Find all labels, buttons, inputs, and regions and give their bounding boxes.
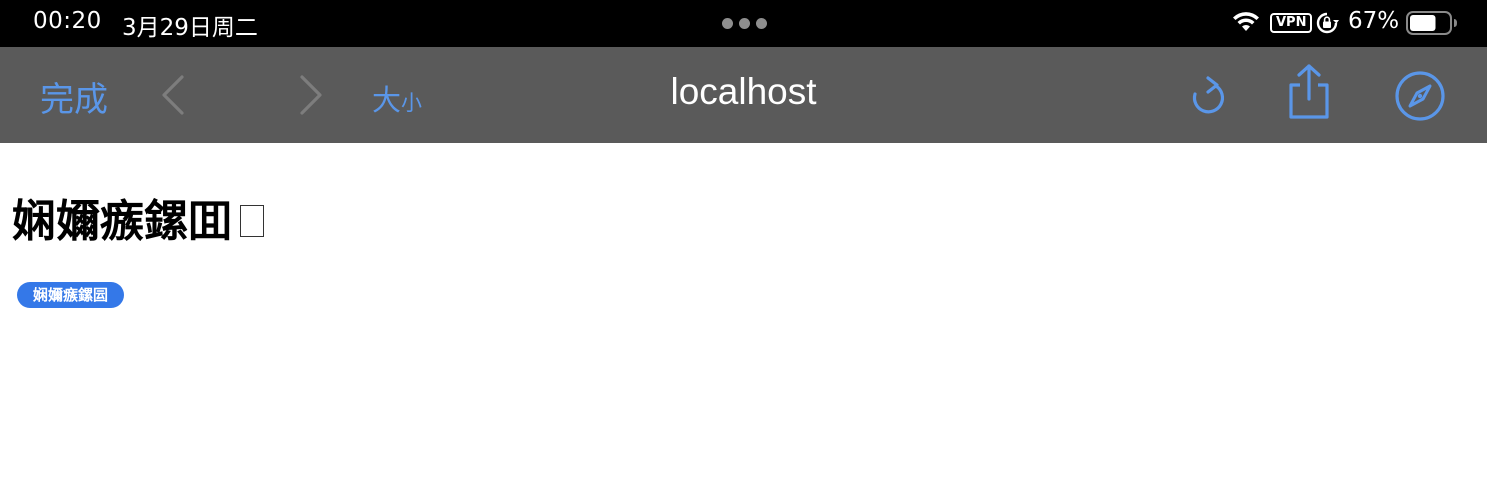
lock-rotation-icon (1316, 12, 1339, 34)
page-address: localhost (670, 71, 817, 112)
text-size-button[interactable]: 大小 (372, 77, 422, 119)
battery-percent: 67% (1348, 8, 1400, 34)
chevron-left-icon[interactable] (158, 74, 188, 116)
text-size-small-label: 小 (401, 91, 423, 115)
web-content: 娴嬭瘯鏍囬 娴嬭瘯鏍囩 (0, 143, 1487, 494)
chevron-right-icon[interactable] (296, 74, 326, 116)
status-bar: 00:20 3月29日周二 VPN 67% (0, 0, 1487, 47)
status-time: 00:20 (33, 8, 102, 34)
wifi-icon (1233, 12, 1259, 31)
page-heading-text: 娴嬭瘯鏍囬 (12, 196, 232, 247)
battery-icon (1406, 11, 1457, 35)
status-date: 3月29日周二 (122, 15, 258, 41)
compass-icon[interactable] (1394, 70, 1446, 122)
page-heading: 娴嬭瘯鏍囬 (12, 185, 264, 249)
multitasking-dots-icon[interactable] (722, 18, 768, 30)
vpn-badge: VPN (1270, 13, 1313, 33)
browser-toolbar: 完成 大小 localhost (0, 47, 1487, 143)
tag-badge[interactable]: 娴嬭瘯鏍囩 (17, 282, 125, 308)
reload-icon[interactable] (1186, 71, 1230, 119)
done-button[interactable]: 完成 (40, 72, 108, 121)
missing-glyph-box (240, 205, 264, 237)
status-indicators: VPN 67% (1187, 0, 1487, 47)
share-icon[interactable] (1285, 63, 1333, 121)
text-size-big-label: 大 (372, 83, 402, 117)
